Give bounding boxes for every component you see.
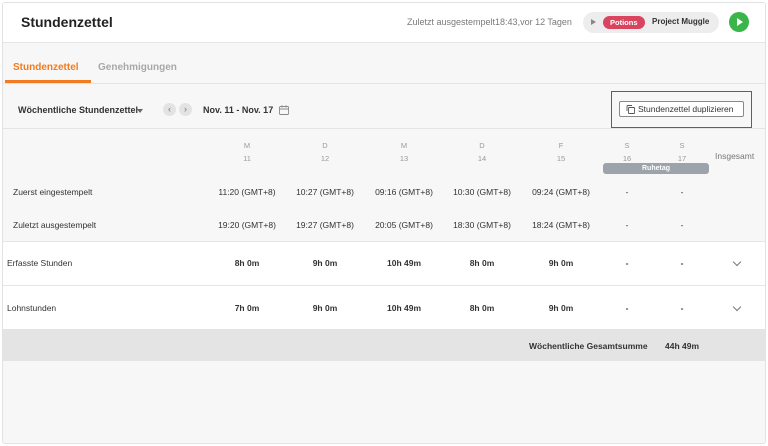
play-icon (737, 18, 743, 26)
clock-in-cell: 09:16 (GMT+8) (375, 187, 433, 197)
tracked-cell: 10h 49m (386, 258, 422, 268)
payroll-cell: - (680, 303, 684, 313)
payroll-cell: 8h 0m (469, 303, 495, 313)
clock-out-cell: 19:27 (GMT+8) (296, 220, 354, 230)
clock-in-cell: 10:30 (GMT+8) (453, 187, 511, 197)
tab-timesheet[interactable]: Stundenzettel (13, 62, 79, 73)
day-letter: M (400, 141, 408, 150)
tracked-cell: 8h 0m (234, 258, 260, 268)
tracked-cell: - (680, 258, 684, 268)
duplicate-button-label: Stundenzettel duplizieren (638, 104, 734, 114)
day-letter: M (243, 141, 251, 150)
page-title: Stundenzettel (21, 14, 113, 30)
row-label-tracked: Erfasste Stunden (7, 258, 73, 268)
row-label-clock-in: Zuerst eingestempelt (13, 187, 93, 197)
weekly-summary-bar: Wöchentliche Gesamtsumme 44h 49m (3, 329, 765, 361)
row-label-payroll: Lohnstunden (7, 303, 57, 313)
row-label-clock-out: Zuletzt ausgestempelt (13, 220, 97, 230)
payroll-hours-row[interactable]: Lohnstunden 7h 0m 9h 0m 10h 49m 8h 0m 9h… (3, 286, 765, 329)
tracked-cell: 9h 0m (548, 258, 574, 268)
calendar-icon[interactable] (279, 105, 289, 115)
clock-in-cell: 11:20 (GMT+8) (218, 187, 276, 197)
tracked-hours-row[interactable]: Erfasste Stunden 8h 0m 9h 0m 10h 49m 8h … (3, 241, 765, 285)
tracked-cell: 8h 0m (469, 258, 495, 268)
day-header-wed: M 13 (389, 141, 419, 163)
tab-approvals[interactable]: Genehmigungen (98, 62, 177, 73)
clock-in-cell: - (680, 187, 684, 197)
chevron-down-icon[interactable] (732, 257, 742, 267)
project-badge: Potions (603, 16, 645, 29)
clock-out-cell: 18:24 (GMT+8) (532, 220, 590, 230)
weekly-total-label: Wöchentliche Gesamtsumme (529, 341, 648, 351)
day-number: 12 (320, 154, 330, 163)
next-week-button[interactable]: › (179, 103, 192, 116)
day-letter: S (679, 141, 685, 150)
day-header-mon: M 11 (232, 141, 262, 163)
payroll-cell: 9h 0m (312, 303, 338, 313)
payroll-cell: 10h 49m (386, 303, 422, 313)
play-small-icon (591, 19, 596, 25)
active-tab-indicator (5, 80, 91, 83)
day-letter: S (624, 141, 630, 150)
day-number: 17 (677, 154, 687, 163)
day-number: 14 (477, 154, 487, 163)
day-number: 15 (556, 154, 566, 163)
day-header-sun: S 17 (667, 141, 697, 163)
timesheet-toolbar: Wöchentliche Stundenzettel ‹ › Nov. 11 -… (3, 85, 765, 129)
day-header-tue: D 12 (310, 141, 340, 163)
day-header-fri: F 15 (546, 141, 576, 163)
timer-project-selector[interactable]: Potions Project Muggle (583, 12, 719, 33)
prev-week-button[interactable]: ‹ (163, 103, 176, 116)
day-number: 16 (622, 154, 632, 163)
view-dropdown[interactable]: Wöchentliche Stundenzettel (18, 105, 138, 115)
day-header-thu: D 14 (467, 141, 497, 163)
chevron-down-icon[interactable] (732, 302, 742, 312)
start-timer-button[interactable] (729, 12, 749, 32)
copy-icon (626, 105, 635, 114)
clock-out-cell: 18:30 (GMT+8) (453, 220, 511, 230)
duplicate-timesheet-button[interactable]: Stundenzettel duplizieren (619, 101, 744, 117)
day-letter: F (558, 141, 564, 150)
day-letter: D (479, 141, 485, 150)
clock-out-cell: 20:05 (GMT+8) (375, 220, 433, 230)
tracked-cell: 9h 0m (312, 258, 338, 268)
day-number: 11 (243, 154, 251, 163)
top-bar: Stundenzettel Zuletzt ausgestempelt18:43… (3, 3, 765, 43)
total-column-header: Insgesamt (715, 151, 755, 161)
tab-bar: Stundenzettel Genehmigungen (3, 44, 765, 84)
clock-out-cell: - (680, 220, 684, 230)
clock-out-cell: 19:20 (GMT+8) (218, 220, 276, 230)
rest-day-badge: Ruhetag (603, 163, 709, 174)
clock-in-cell: 09:24 (GMT+8) (532, 187, 590, 197)
project-name: Project Muggle (652, 17, 710, 26)
day-letter: D (322, 141, 328, 150)
date-range: Nov. 11 - Nov. 17 (203, 105, 274, 115)
app-window: Stundenzettel Zuletzt ausgestempelt18:43… (2, 2, 766, 444)
caret-down-icon[interactable] (137, 109, 143, 113)
day-header-sat: S 16 (612, 141, 642, 163)
payroll-cell: 7h 0m (234, 303, 260, 313)
clock-in-cell: 10:27 (GMT+8) (296, 187, 354, 197)
weekly-total-value: 44h 49m (665, 341, 700, 351)
day-number: 13 (399, 154, 409, 163)
payroll-cell: 9h 0m (548, 303, 574, 313)
divider (3, 241, 765, 242)
last-clock-status: Zuletzt ausgestempelt18:43,vor 12 Tagen (407, 17, 572, 27)
